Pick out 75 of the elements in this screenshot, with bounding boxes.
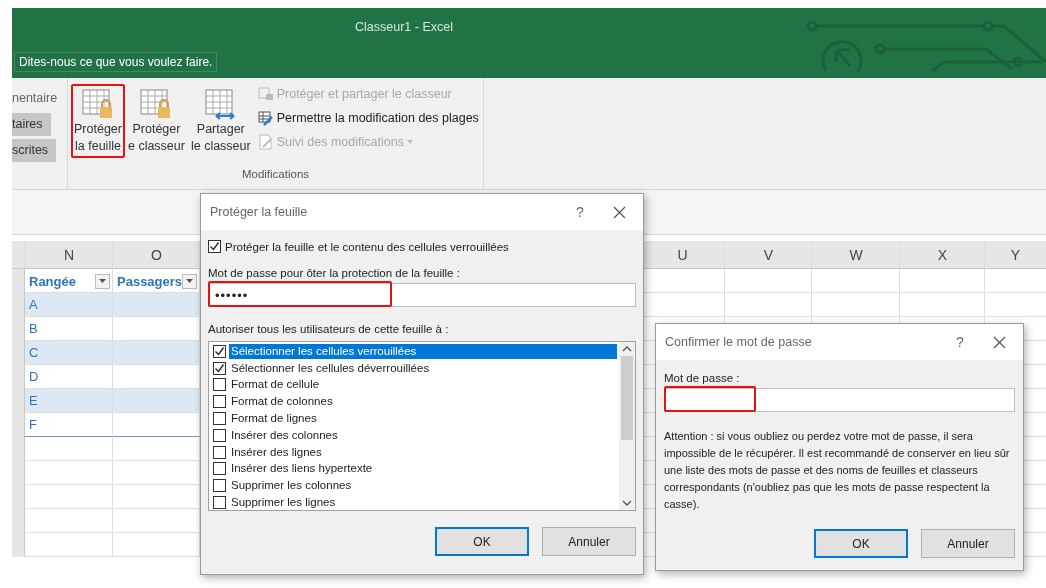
list-item[interactable]: Insérer des lignes — [229, 444, 617, 460]
sheet-pencil-icon — [257, 110, 274, 126]
window-title: Classeur1 - Excel — [354, 20, 454, 34]
ok-button[interactable]: OK — [435, 527, 529, 556]
scroll-down-icon[interactable] — [622, 500, 632, 507]
list-label: Autoriser tous les utilisateurs de cette feuille à : — [208, 323, 450, 335]
list-item[interactable]: Supprimer les colonnes — [229, 478, 617, 494]
close-icon — [992, 335, 1006, 349]
ribbon-button[interactable]: taires — [12, 113, 51, 136]
column-letter[interactable]: Y — [1010, 246, 1021, 263]
caret-icon — [99, 279, 106, 283]
checkbox[interactable] — [213, 462, 226, 476]
tell-me-field[interactable]: Dites-nous ce que vous voulez faire. — [14, 52, 218, 72]
list-item[interactable]: Insérer des colonnes — [229, 427, 617, 443]
column-letter[interactable]: W — [849, 246, 863, 263]
ribbon-button[interactable]: Protéger la feuille — [71, 84, 125, 158]
list-item[interactable]: Sélectionner les cellules déverrouillées — [229, 360, 617, 376]
sheet-lock-icon — [257, 86, 274, 102]
help-button[interactable]: ? — [945, 333, 975, 351]
ribbon-button[interactable]: Permettre la modification des plages — [257, 108, 479, 128]
checkbox[interactable] — [213, 479, 226, 493]
caret-icon — [186, 279, 194, 283]
sheet-lock-icon — [80, 87, 115, 121]
dialog-title: Protéger la feuille — [210, 205, 309, 219]
checkbox[interactable] — [213, 445, 226, 459]
list-item[interactable]: Format de cellule — [229, 377, 617, 393]
filter-dropdown[interactable] — [95, 273, 110, 289]
ribbon-button[interactable]: scrites — [12, 139, 57, 162]
warning-text: Attention : si vous oubliez ou perdez votre mot de passe, il sera impossible de le récupérer. Il est recommandé de conserver en lieu sûr une liste des mots de passe et des noms de feuilles et classeurs correspondants (n'oubliez pas que les mots de passe respectent la casse). — [664, 429, 1011, 512]
cancel-button[interactable]: Annuler — [542, 527, 636, 556]
column-letter[interactable]: O — [151, 246, 162, 263]
column-letter[interactable]: V — [763, 246, 774, 263]
password-field[interactable]: •••••• — [208, 283, 636, 307]
checkbox[interactable] — [213, 395, 226, 409]
ok-button[interactable]: OK — [814, 529, 908, 558]
list-item[interactable]: Supprimer les lignes — [229, 495, 617, 511]
checkbox[interactable] — [213, 428, 226, 442]
checkbox[interactable] — [213, 361, 226, 375]
list-item[interactable]: Insérer des liens hypertexte — [229, 461, 617, 477]
password-field[interactable] — [664, 388, 1015, 412]
list-item[interactable]: Format de colonnes — [229, 394, 617, 410]
filter-dropdown[interactable] — [182, 273, 197, 289]
column-letter[interactable]: X — [937, 246, 948, 263]
checkbox[interactable] — [213, 412, 226, 426]
checkbox[interactable] — [213, 378, 226, 392]
document-pencil-icon — [257, 134, 274, 150]
list-item[interactable]: Format de lignes — [229, 411, 617, 427]
field-label: Mot de passe : — [664, 372, 741, 384]
table-cell: F — [25, 413, 113, 437]
dialog-title: Confirmer le mot de passe — [665, 335, 813, 349]
ribbon-button[interactable]: Protéger e classeur — [124, 84, 188, 158]
column-letter[interactable]: U — [677, 246, 688, 263]
checkbox[interactable] — [208, 240, 221, 253]
cancel-button[interactable]: Annuler — [921, 529, 1015, 558]
check-icon — [214, 345, 225, 357]
ribbon-button[interactable]: Partager le classeur — [187, 84, 254, 158]
help-button[interactable]: ? — [565, 203, 595, 221]
column-header: Passagers — [117, 273, 183, 289]
list-item[interactable]: Sélectionner les cellules verrouillées — [229, 343, 617, 359]
checkbox-label: Protéger la feuille et le contenu des cellules verrouillées — [225, 240, 509, 253]
scrollbar[interactable] — [619, 342, 635, 510]
field-label: Mot de passe pour ôter la protection de la feuille : — [208, 267, 461, 279]
table-cell: A — [25, 293, 113, 317]
check-icon — [209, 241, 220, 252]
scroll-up-icon[interactable] — [622, 345, 632, 352]
table-cell: E — [25, 389, 113, 413]
checkbox[interactable] — [213, 344, 226, 358]
check-icon — [214, 362, 225, 374]
table-cell: C — [25, 341, 113, 365]
column-letter[interactable]: N — [63, 246, 75, 263]
close-icon — [612, 205, 626, 219]
ribbon-button[interactable]: nentaire — [12, 87, 58, 110]
group-label: Modifications — [241, 168, 310, 180]
column-header: Rangée — [29, 273, 76, 289]
checkbox[interactable] — [213, 496, 226, 510]
